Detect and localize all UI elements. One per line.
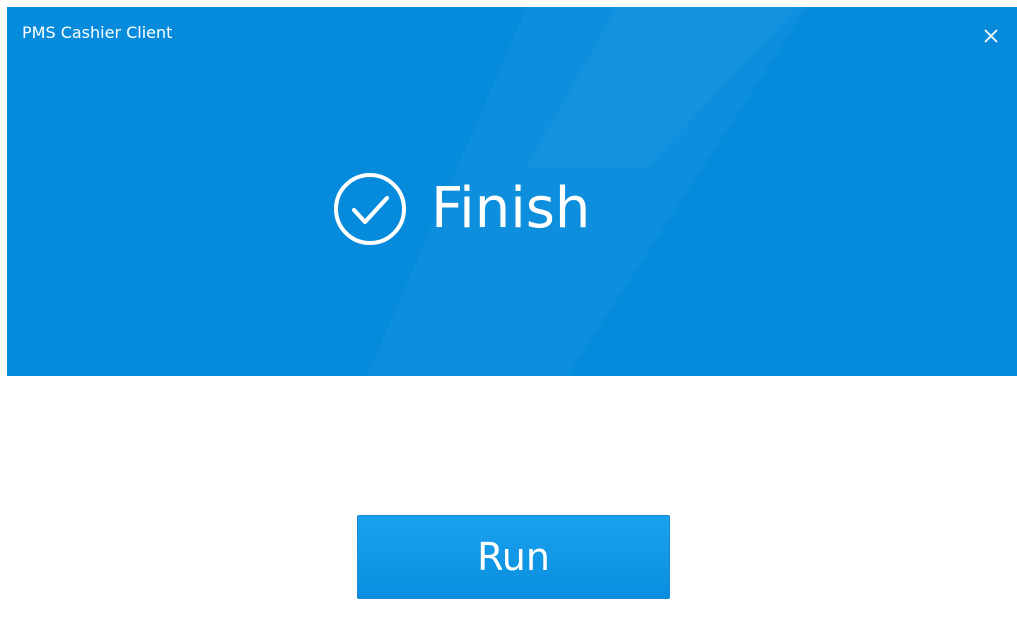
finish-label: Finish bbox=[431, 176, 591, 241]
run-button[interactable]: Run bbox=[357, 515, 670, 599]
check-circle-icon bbox=[334, 173, 406, 245]
close-icon bbox=[984, 29, 998, 43]
finish-status: Finish bbox=[333, 167, 590, 251]
header-banner: PMS Cashier Client Finish bbox=[7, 7, 1017, 376]
window-left-border bbox=[0, 0, 7, 635]
installer-window: PMS Cashier Client Finish Run bbox=[0, 0, 1017, 635]
window-top-border bbox=[0, 0, 1017, 7]
window-title: PMS Cashier Client bbox=[22, 23, 173, 42]
close-button[interactable] bbox=[977, 23, 1005, 49]
